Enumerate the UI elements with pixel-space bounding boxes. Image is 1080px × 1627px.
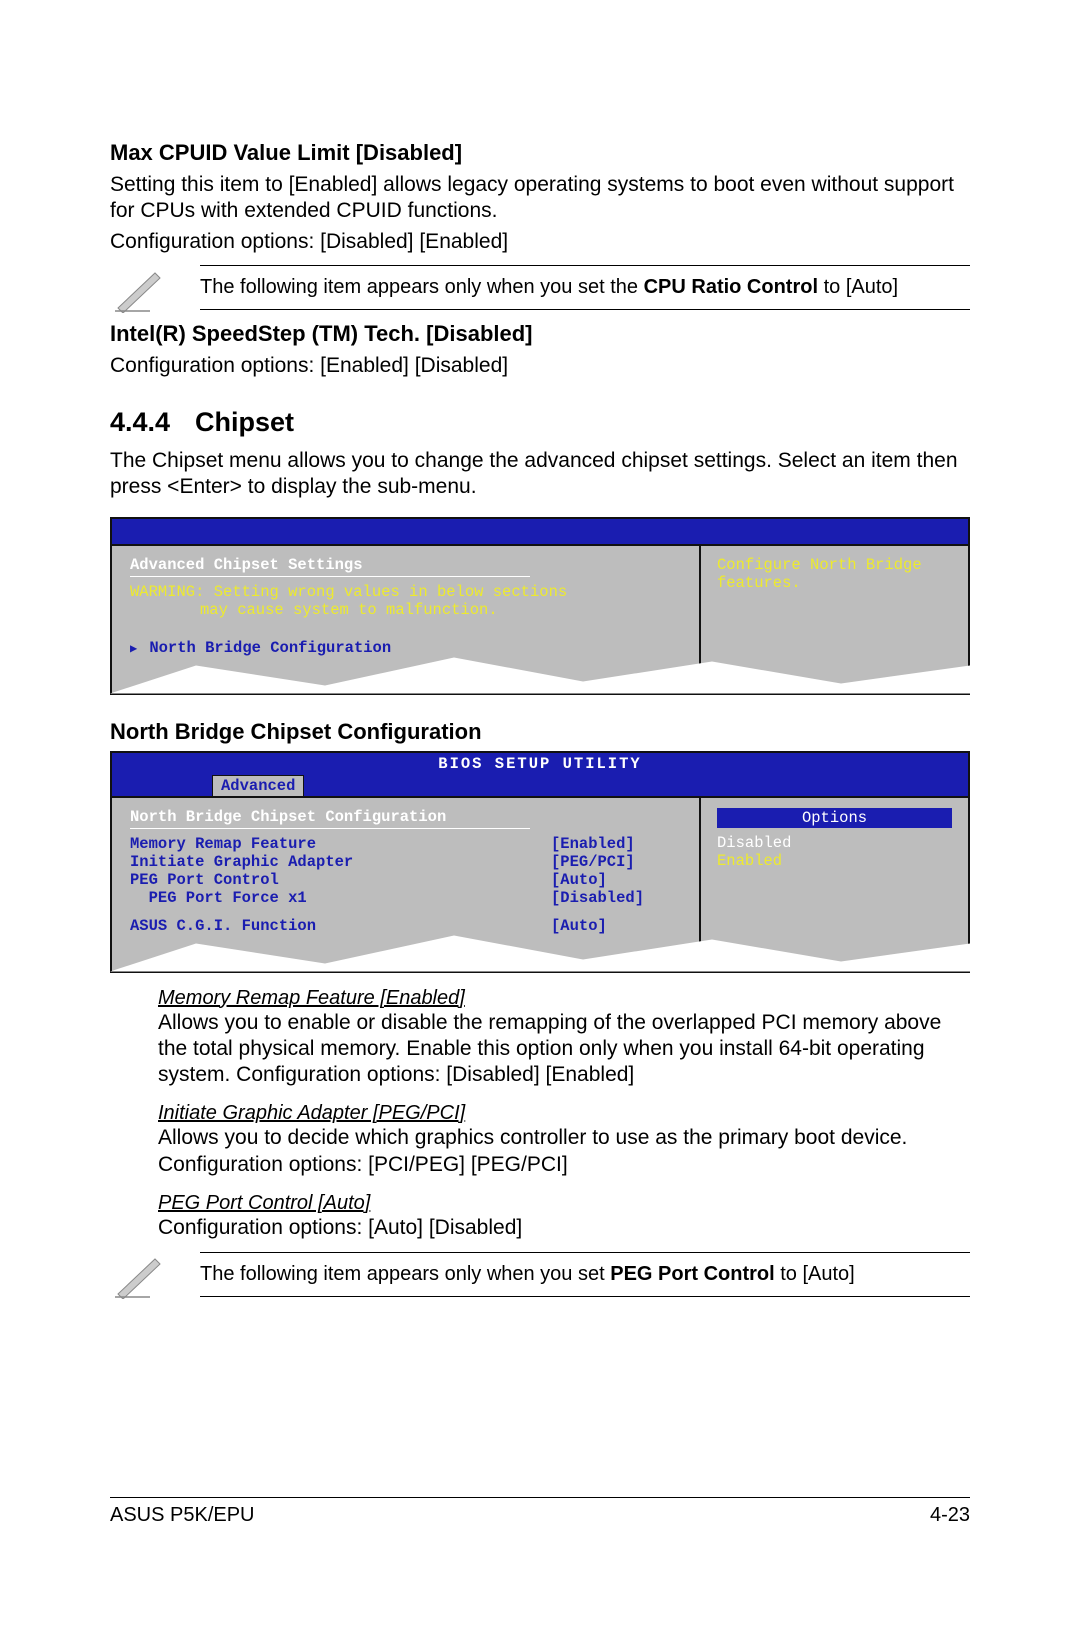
section-number: 4.4.4 (110, 407, 195, 438)
bios2-item-cgi[interactable]: ASUS C.G.I. Function [Auto] (130, 917, 681, 935)
footer-model: ASUS P5K/EPU (110, 1504, 255, 1527)
desc3-body: Configuration options: [Auto] [Disabled] (158, 1215, 970, 1241)
note2-text: The following item appears only when you… (200, 1252, 970, 1297)
cpuid-para: Setting this item to [Enabled] allows le… (110, 172, 970, 225)
desc3-title: PEG Port Control [Auto] (158, 1192, 970, 1215)
note-pen-icon (110, 1249, 170, 1299)
speedstep-config: Configuration options: [Enabled] [Disabl… (110, 353, 970, 379)
note-pen-icon (110, 263, 170, 313)
desc1-title: Memory Remap Feature [Enabled] (158, 987, 970, 1010)
desc2-body: Allows you to decide which graphics cont… (158, 1125, 970, 1178)
bios2-val: [Enabled] (551, 835, 681, 853)
bios2-lbl: PEG Port Control (130, 871, 551, 889)
bios2-item-peg-force[interactable]: PEG Port Force x1 [Disabled] (130, 889, 681, 907)
bios2-item-graphic-adapter[interactable]: Initiate Graphic Adapter [PEG/PCI] (130, 853, 681, 871)
note1-bold: CPU Ratio Control (644, 276, 818, 298)
note2-bold: PEG Port Control (610, 1263, 774, 1285)
cpuid-heading: Max CPUID Value Limit [Disabled] (110, 140, 970, 166)
bios2-options-header: Options (717, 808, 952, 828)
nbc-heading: North Bridge Chipset Configuration (110, 719, 970, 745)
bios1-warn2: may cause system to malfunction. (130, 601, 681, 619)
bios1-item-label: North Bridge Configuration (149, 639, 391, 657)
note2-post: to [Auto] (775, 1263, 855, 1285)
note2-pre: The following item appears only when you… (200, 1263, 610, 1285)
bios1-item-northbridge[interactable]: ▶ North Bridge Configuration (130, 639, 681, 657)
bios2-val: [Auto] (551, 871, 681, 889)
bios2-lbl: PEG Port Force x1 (130, 889, 551, 907)
bios2-val: [PEG/PCI] (551, 853, 681, 871)
bios2-lbl: Initiate Graphic Adapter (130, 853, 551, 871)
desc2-title: Initiate Graphic Adapter [PEG/PCI] (158, 1102, 970, 1125)
bios1-title: Advanced Chipset Settings (130, 556, 681, 574)
bios1-warn1: WARMING: Setting wrong values in below s… (130, 583, 681, 601)
bios2-lbl: ASUS C.G.I. Function (130, 917, 551, 935)
chipset-para: The Chipset menu allows you to change th… (110, 448, 970, 501)
bios1-help: Configure North Bridge features. (717, 556, 952, 592)
bios2-val: [Auto] (551, 917, 681, 935)
bios2-title: North Bridge Chipset Configuration (130, 808, 681, 826)
desc1-body: Allows you to enable or disable the rema… (158, 1010, 970, 1089)
speedstep-heading: Intel(R) SpeedStep (TM) Tech. [Disabled] (110, 321, 970, 347)
note1-pre: The following item appears only when you… (200, 276, 644, 298)
bios2-tab-advanced[interactable]: Advanced (212, 775, 304, 796)
footer-page-number: 4-23 (930, 1504, 970, 1527)
bios2-util-title: BIOS SETUP UTILITY (112, 753, 968, 775)
bios-nbc-panel: BIOS SETUP UTILITY Advanced North Bridge… (110, 751, 970, 973)
cpuid-config: Configuration options: [Disabled] [Enabl… (110, 229, 970, 255)
bios-chipset-panel: Advanced Chipset Settings WARMING: Setti… (110, 517, 970, 695)
note1-post: to [Auto] (818, 276, 898, 298)
bios2-lbl: Memory Remap Feature (130, 835, 551, 853)
bios2-opt-disabled[interactable]: Disabled (717, 834, 952, 852)
bios2-item-peg-port[interactable]: PEG Port Control [Auto] (130, 871, 681, 889)
section-title: Chipset (195, 407, 294, 437)
bios2-opt-enabled[interactable]: Enabled (717, 852, 952, 870)
bios2-val: [Disabled] (551, 889, 681, 907)
bios2-item-memory-remap[interactable]: Memory Remap Feature [Enabled] (130, 835, 681, 853)
note1-text: The following item appears only when you… (200, 265, 970, 310)
